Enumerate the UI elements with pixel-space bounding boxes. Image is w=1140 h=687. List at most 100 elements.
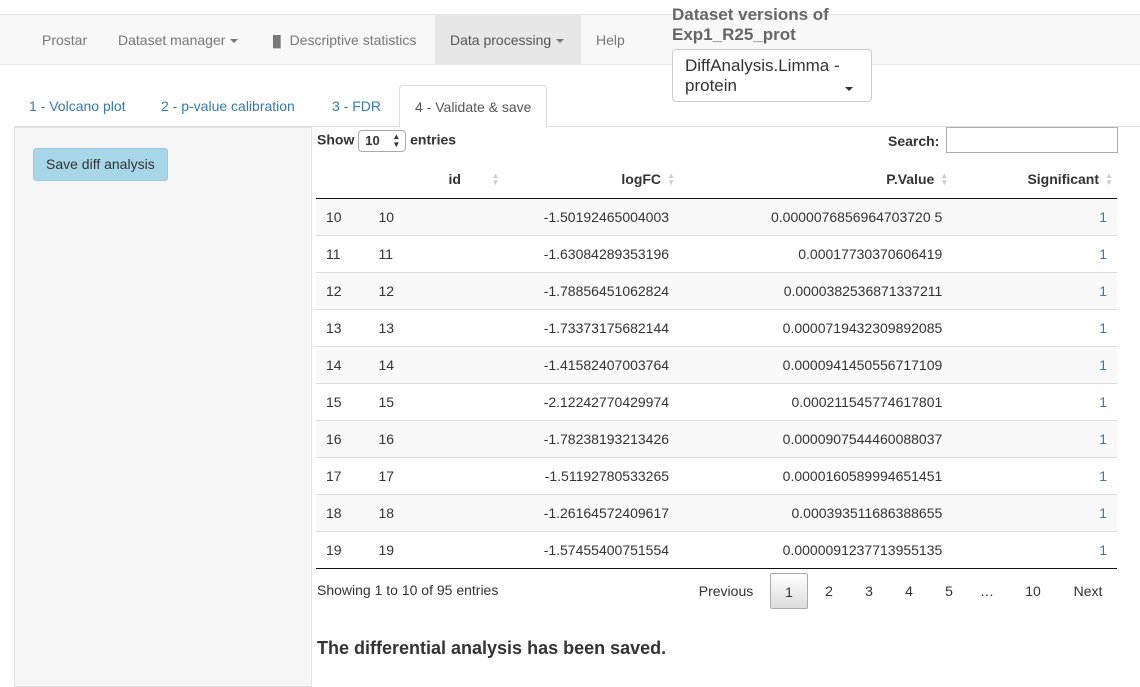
cell-id: 15	[376, 382, 479, 420]
cell-significant: 1	[952, 345, 1117, 383]
length-control: Show 10 ▲ ▼ entries	[317, 130, 456, 152]
row-index: 12	[316, 271, 377, 309]
table-row[interactable]: 15 15 -2.12242770429974 0.00021154577461780…	[316, 382, 1117, 420]
table-row[interactable]: 11 11 -1.63084289353196 0.00017730370606419…	[316, 234, 1117, 272]
row-index: 17	[316, 456, 377, 494]
show-label: Show	[317, 131, 355, 148]
nav-brand-prostar[interactable]: Prostar	[27, 15, 102, 65]
sidebar-panel: Save diff analysis	[14, 127, 312, 687]
caret-down-icon	[556, 39, 565, 44]
table-row[interactable]: 17 17 -1.51192780533265 0.00001605899946514…	[316, 456, 1117, 494]
cell-logfc: -1.50192465004003	[478, 197, 680, 235]
table-row[interactable]: 16 16 -1.78238193213426 0.00009075444600880…	[316, 419, 1117, 457]
row-index: 14	[316, 345, 377, 383]
saved-message: The differential analysis has been saved…	[317, 638, 667, 658]
tab-validate-save[interactable]: 4 - Validate & save	[399, 85, 548, 128]
sort-icon[interactable]: ▲ ▼	[667, 172, 675, 187]
column-header-id[interactable]: id ▲ ▼	[376, 160, 499, 199]
table-row[interactable]: 13 13 -1.73373175682144 0.00007194323098920…	[316, 308, 1117, 346]
pagination-page[interactable]: 4	[890, 573, 928, 609]
cell-pvalue: 0.0000907544460088037	[679, 419, 953, 457]
cell-pvalue: 0.00017730370606419	[679, 234, 953, 272]
updown-icon: ▲ ▼	[392, 132, 401, 149]
cell-logfc: -1.41582407003764	[478, 345, 680, 383]
cell-significant: 1	[952, 197, 1117, 235]
table-row[interactable]: 14 14 -1.41582407003764 0.00009414505567171…	[316, 345, 1117, 383]
cell-id: 16	[376, 419, 479, 457]
sort-icon[interactable]: ▲ ▼	[1105, 172, 1113, 187]
nav-label: Dataset manager	[118, 32, 226, 48]
tab-bar: 1 - Volcano plot 2 - p-value calibration…	[14, 85, 1140, 128]
tab-fdr[interactable]: 3 - FDR	[317, 85, 396, 127]
cell-significant: 1	[952, 493, 1117, 531]
pagination-next[interactable]: Next	[1066, 573, 1110, 609]
cell-id: 18	[376, 493, 479, 531]
entries-label: entries	[410, 131, 457, 148]
nav-label: Descriptive statistics	[289, 32, 417, 48]
header-label: logFC	[621, 170, 662, 187]
row-index: 13	[316, 308, 377, 346]
cell-id: 14	[376, 345, 479, 383]
nav-descriptive-statistics[interactable]: ▐▌ Descriptive statistics	[254, 15, 431, 65]
cell-pvalue: 0.0000160589994651451	[679, 456, 953, 494]
nav-dataset-manager[interactable]: Dataset manager	[103, 15, 253, 65]
cell-significant: 1	[952, 456, 1117, 494]
row-index: 11	[316, 234, 377, 272]
pagination-page[interactable]: 2	[810, 573, 848, 609]
header-label: id	[448, 170, 461, 187]
tab-volcano-plot[interactable]: 1 - Volcano plot	[14, 85, 141, 127]
cell-id: 17	[376, 456, 479, 494]
results-table: id ▲ ▼ logFC ▲ ▼ P.Value ▲ ▼ Significant ▲ ▼ 10 10 -1…	[316, 160, 1117, 569]
nav-data-processing[interactable]: Data processing	[435, 15, 581, 65]
cell-pvalue: 0.000393511686388655	[679, 493, 953, 531]
column-header-significant[interactable]: Significant ▲ ▼	[952, 160, 1117, 199]
cell-logfc: -1.78238193213426	[478, 419, 680, 457]
cell-significant: 1	[952, 382, 1117, 420]
row-index: 19	[316, 530, 377, 569]
nav-label: Data processing	[450, 32, 552, 48]
length-value: 10	[365, 133, 380, 148]
pagination-page[interactable]: 1	[770, 573, 808, 609]
table-row[interactable]: 10 10 -1.50192465004003 0.00000768569647037…	[316, 197, 1117, 235]
dataset-versions-label: Dataset versions of Exp1_R25_prot	[672, 5, 829, 45]
header-label: Significant	[1027, 170, 1099, 187]
cell-logfc: -1.63084289353196	[478, 234, 680, 272]
cell-significant: 1	[952, 234, 1117, 272]
cell-pvalue: 0.0000382536871337211	[679, 271, 953, 309]
table-row[interactable]: 12 12 -1.78856451062824 0.00003825368713372…	[316, 271, 1117, 309]
pagination-previous[interactable]: Previous	[690, 573, 762, 609]
table-row[interactable]: 19 19 -1.57455400751554 0.00000912377139551…	[316, 530, 1117, 569]
table-info: Showing 1 to 10 of 95 entries	[317, 582, 499, 598]
tab-pvalue-calibration[interactable]: 2 - p-value calibration	[146, 85, 310, 127]
pagination-page[interactable]: 10	[1014, 573, 1052, 609]
sort-icon[interactable]: ▲ ▼	[940, 172, 948, 187]
table-row[interactable]: 18 18 -1.26164572409617 0.00039351168638865…	[316, 493, 1117, 531]
cell-id: 12	[376, 271, 479, 309]
row-index: 10	[316, 197, 377, 235]
select-value-line1: DiffAnalysis.Limma -	[685, 56, 840, 75]
navbar: Prostar Dataset manager ▐▌ Descriptive st…	[0, 14, 1140, 65]
pagination-page[interactable]: 3	[850, 573, 888, 609]
column-header-index[interactable]	[316, 160, 377, 199]
cell-significant: 1	[952, 271, 1117, 309]
cell-significant: 1	[952, 308, 1117, 346]
row-index: 15	[316, 382, 377, 420]
cell-pvalue: 0.0000941450556717109	[679, 345, 953, 383]
nav-help[interactable]: Help	[581, 15, 640, 65]
cell-pvalue: 0.000211545774617801	[679, 382, 953, 420]
entries-length-select[interactable]: 10 ▲ ▼	[358, 130, 407, 152]
bar-chart-icon: ▐▌	[269, 36, 285, 48]
pagination-ellipsis: …	[980, 583, 994, 599]
column-header-p-value[interactable]: P.Value ▲ ▼	[679, 160, 953, 199]
cell-significant: 1	[952, 530, 1117, 569]
search-input[interactable]	[946, 127, 1118, 153]
cell-logfc: -1.57455400751554	[478, 530, 680, 569]
row-index: 16	[316, 419, 377, 457]
cell-logfc: -2.12242770429974	[478, 382, 680, 420]
pagination-page[interactable]: 5	[930, 573, 968, 609]
cell-id: 19	[376, 530, 479, 569]
column-header-logfc[interactable]: logFC ▲ ▼	[478, 160, 680, 199]
header-label: P.Value	[886, 170, 935, 187]
save-diff-analysis-button[interactable]: Save diff analysis	[33, 148, 168, 181]
cell-pvalue: 0.0000719432309892085	[679, 308, 953, 346]
